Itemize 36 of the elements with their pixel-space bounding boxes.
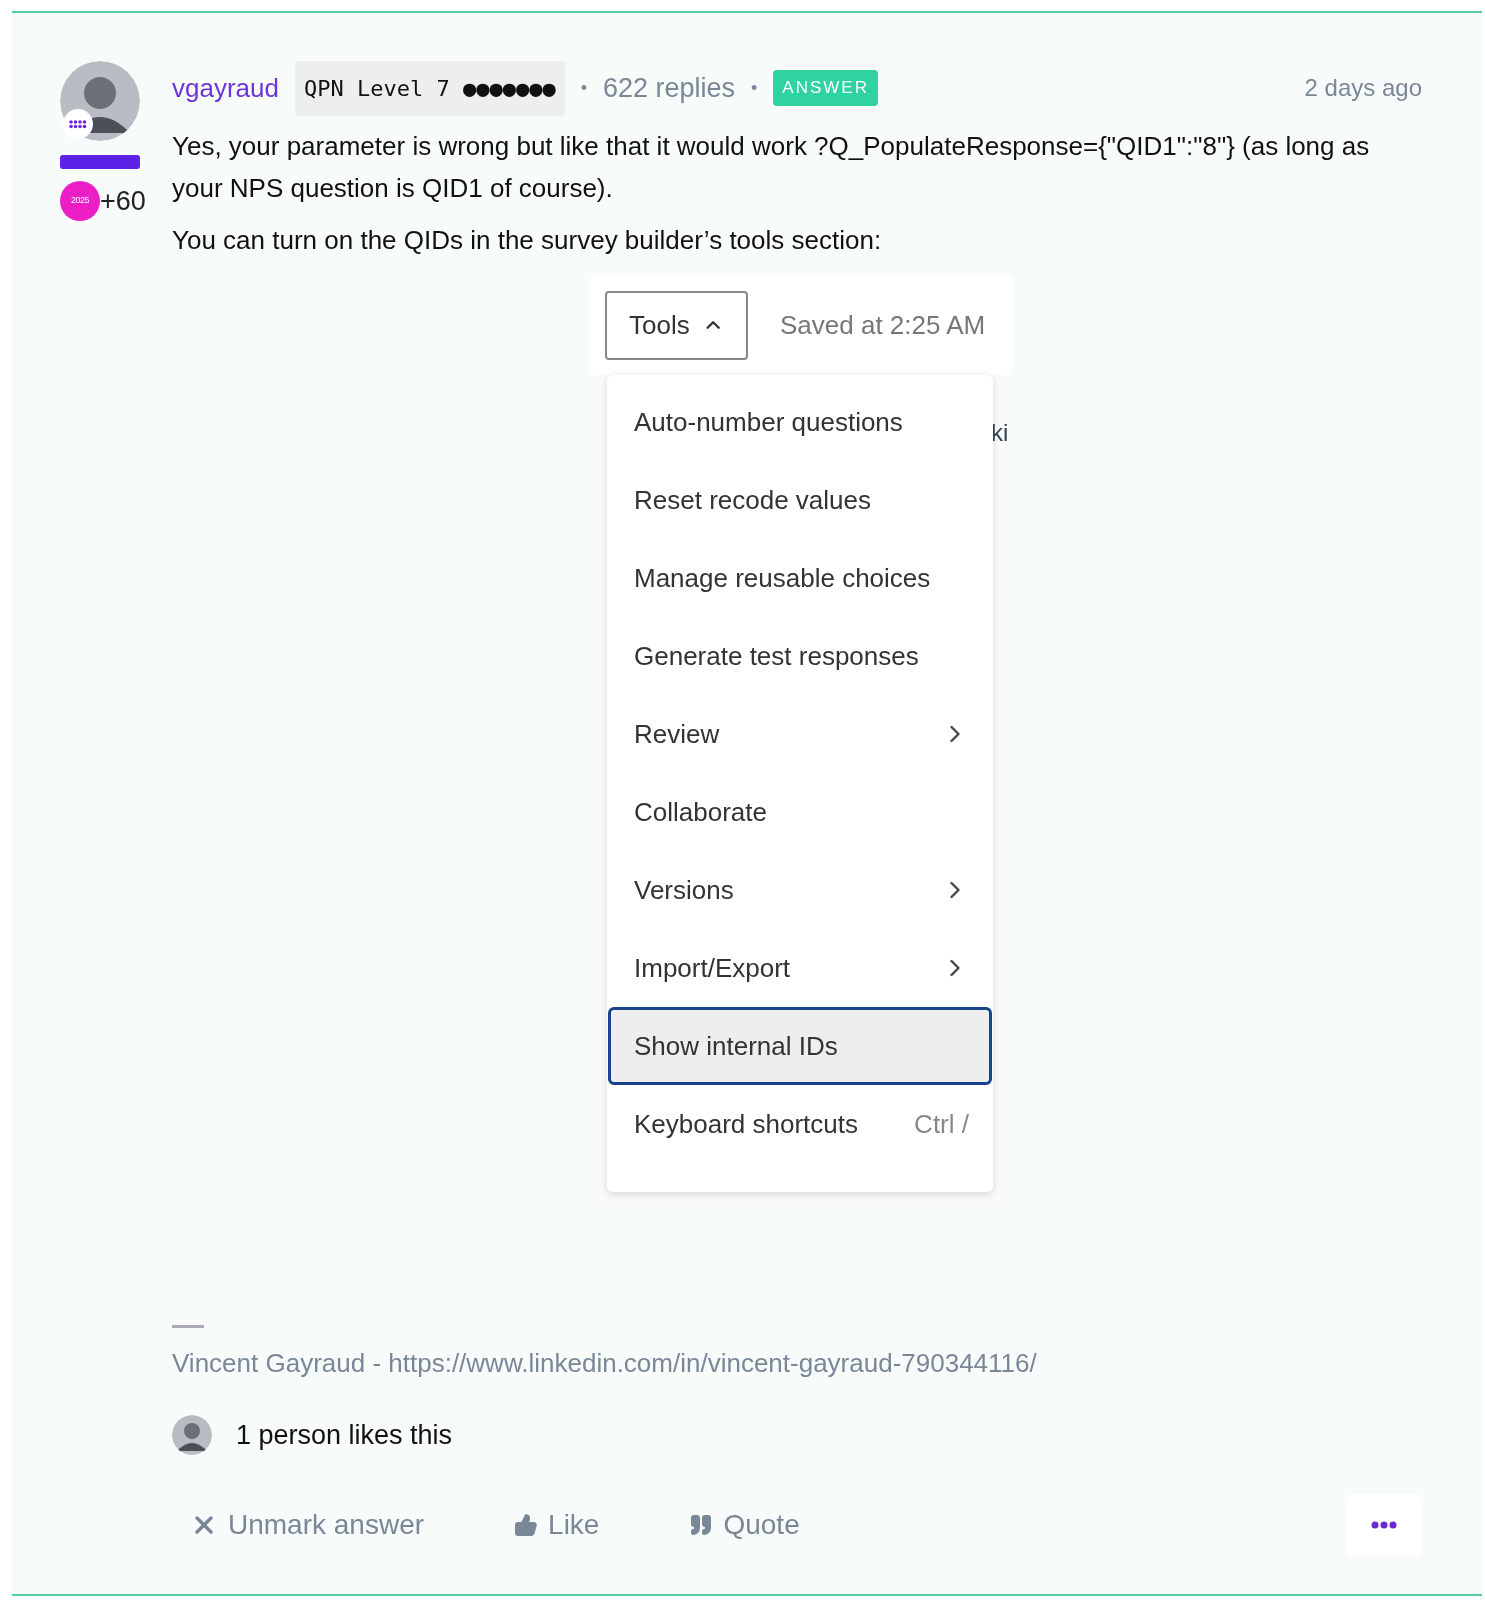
action-button[interactable]: Unmark answer	[190, 1503, 425, 1546]
menu-item[interactable]: Review	[608, 695, 992, 773]
menu-item[interactable]: Keyboard shortcuts Ctrl /	[608, 1085, 992, 1163]
menu-item[interactable]: Collaborate	[608, 773, 992, 851]
rank-label: QPN Level 7 ●●●●●●●	[294, 60, 565, 116]
menu-item[interactable]: Manage reusable choices	[608, 539, 992, 617]
more-button[interactable]	[1346, 1493, 1422, 1556]
post-text: Yes, your parameter is wrong but like that it would work ?Q_PopulateResponse={"QID1":"8"} (as long as your NPS question is QID1 of course).	[172, 130, 1371, 205]
dots-badge-icon	[63, 109, 93, 139]
shortcut-label: Ctrl /	[914, 1107, 969, 1141]
post-time: 2 days ago	[1304, 73, 1422, 103]
menu-item[interactable]: Reset recode values	[608, 461, 992, 539]
separator-dot: •	[580, 76, 587, 100]
separator-dot: •	[751, 76, 758, 100]
likes-text: 1 person likes this	[236, 1419, 453, 1452]
signature-text: Vincent Gayraud - https://www.linkedin.com/in/vincent-gayraud-790344116/	[172, 1347, 1038, 1380]
menu-item[interactable]: Import/Export	[608, 929, 992, 1007]
menu-item[interactable]: Generate test responses	[608, 617, 992, 695]
background-text: ki	[991, 418, 1009, 448]
quote-icon	[689, 1512, 714, 1537]
menu-item[interactable]: Auto-number questions	[608, 383, 992, 461]
action-button[interactable]: Quote	[689, 1503, 800, 1546]
tools-button[interactable]: Tools	[605, 290, 748, 360]
badge-points: +60	[100, 187, 146, 215]
year-badge: 2025	[60, 181, 100, 221]
post-text: You can turn on the QIDs in the survey builder’s tools section:	[172, 224, 883, 257]
more-icon	[1371, 1520, 1397, 1529]
answer-badge: ANSWER	[773, 70, 878, 106]
save-status: Saved at 2:25 AM	[780, 308, 986, 342]
avatar	[172, 1415, 212, 1456]
menu-item[interactable]: Show internal IDs	[608, 1007, 992, 1085]
action-button[interactable]: Like	[514, 1503, 600, 1546]
author-link[interactable]: vgayraud	[172, 68, 279, 108]
thumbs-up-icon	[514, 1512, 539, 1537]
menu-item[interactable]: Versions	[608, 851, 992, 929]
reply-count: 622 replies	[602, 71, 736, 105]
